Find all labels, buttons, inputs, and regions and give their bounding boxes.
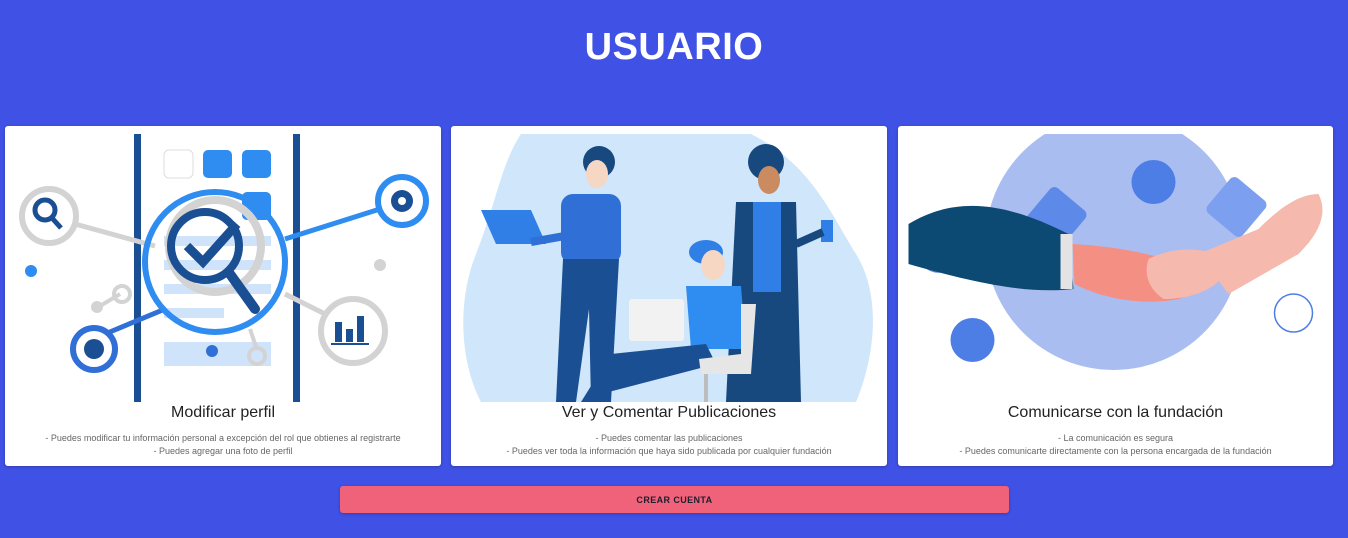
card-desc-line: - Puedes comentar las publicaciones [595,433,743,443]
card-modificar-perfil[interactable]: Modificar perfil - Puedes modificar tu i… [5,126,441,466]
card-comunicarse-fundacion[interactable]: Comunicarse con la fundación - La comuni… [898,126,1333,466]
feature-cards: Modificar perfil - Puedes modificar tu i… [5,126,1343,466]
card-description: - Puedes comentar las publicaciones - Pu… [451,432,887,458]
card-title: Comunicarse con la fundación [1007,404,1224,421]
card-title: Modificar perfil [170,404,276,421]
card-desc-line: - Puedes modificar tu información person… [45,433,401,443]
create-account-button[interactable]: CREAR CUENTA [340,486,1009,513]
handshake-illustration [908,134,1323,370]
card-description: - La comunicación es segura - Puedes com… [898,432,1333,458]
card-desc-line: - Puedes comunicarte directamente con la… [959,446,1272,456]
card-desc-line: - La comunicación es segura [1057,433,1174,443]
card-desc-line: - Puedes agregar una foto de perfil [153,446,293,456]
card-title: Ver y Comentar Publicaciones [561,404,777,421]
card-desc-line: - Puedes ver toda la información que hay… [506,446,832,456]
card-description: - Puedes modificar tu información person… [5,432,441,458]
people-collaborating-illustration [463,134,873,402]
profile-edit-illustration [19,134,429,402]
page-title: USUARIO [584,26,764,68]
card-ver-comentar-publicaciones[interactable]: Ver y Comentar Publicaciones - Puedes co… [451,126,887,466]
